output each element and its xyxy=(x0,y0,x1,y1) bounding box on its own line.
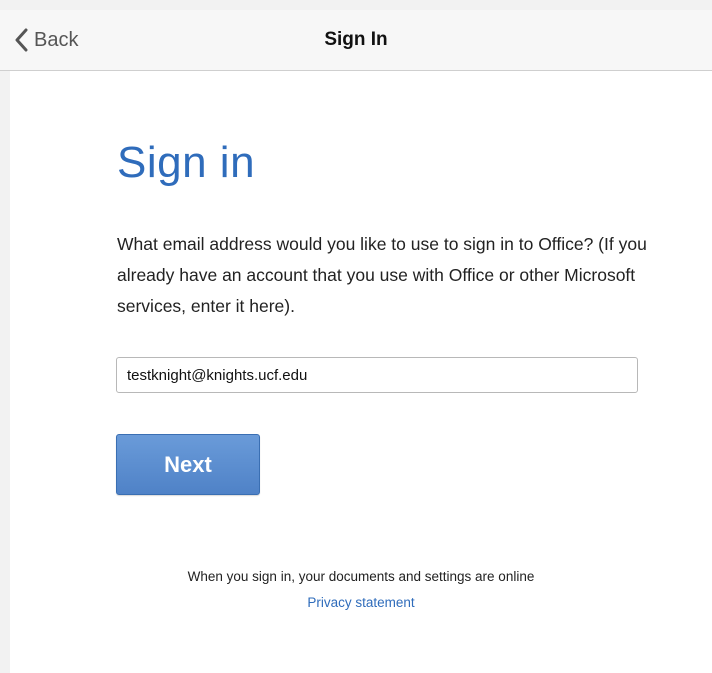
navigation-bar: Back Sign In xyxy=(0,10,712,71)
email-field[interactable] xyxy=(116,357,638,393)
sign-in-description: What email address would you like to use… xyxy=(117,234,647,316)
online-settings-note: When you sign in, your documents and set… xyxy=(187,569,535,584)
app-frame: Back Sign In Sign in What email address … xyxy=(0,0,712,673)
page-heading: Sign in xyxy=(117,138,256,187)
nav-title: Sign In xyxy=(324,29,388,50)
next-button[interactable]: Next xyxy=(116,434,260,495)
sign-in-panel: Sign in What email address would you lik… xyxy=(10,71,712,673)
privacy-statement-link[interactable]: Privacy statement xyxy=(10,595,712,610)
